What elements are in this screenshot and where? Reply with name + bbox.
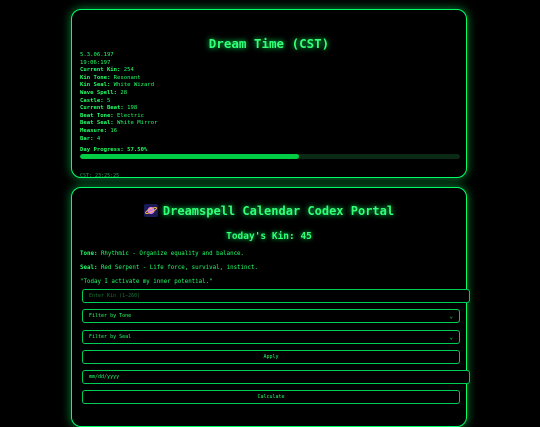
info-row-wave-spell: Wave Spell: 28: [80, 89, 128, 96]
date-input[interactable]: mm/dd/yyyy: [82, 370, 470, 384]
day-progress-label: Day Progress: 57.50%: [80, 147, 148, 153]
cst-clock: CST: 23:25:25: [80, 173, 120, 179]
info-row-kin-tone: Kin Tone: Resonant: [80, 74, 141, 81]
info-row: 5.3.06.197: [80, 52, 114, 58]
info-row-current-beat: Current Beat: 198: [80, 105, 138, 112]
dream-time-card: Dream Time (CST) 5.3.06.197 19:06:197 Cu…: [71, 9, 467, 179]
info-row-bar: Bar: 4: [80, 135, 101, 142]
info-row-beat-tone: Beat Tone: Electric: [80, 112, 144, 119]
chevron-down-icon: ⌄: [449, 312, 453, 320]
kin-number-input[interactable]: Enter Kin (1–260): [82, 289, 470, 303]
chevron-down-icon: ⌄: [449, 333, 453, 341]
affirmation-text: "Today I activate my inner potential.": [80, 279, 213, 285]
day-progress-value: 57.50%: [127, 147, 148, 153]
todays-kin-heading: Today's Kin: 45: [226, 231, 312, 242]
day-progress-fill: [80, 154, 299, 159]
info-row-current-kin: Current Kin: 254: [80, 67, 134, 74]
info-row-beat-seal: Beat Seal: White Mirror: [80, 120, 158, 127]
day-progress-bar: [80, 154, 460, 159]
info-row: 19:06:197: [80, 59, 111, 66]
portal-title: Dreamspell Calendar Codex Portal: [72, 204, 466, 220]
ringed-planet-icon: [143, 204, 158, 220]
info-row-castle: Castle: 5: [80, 97, 111, 104]
kin-info-list: 5.3.06.197 19:06:197 Current Kin: 254 Ki…: [80, 52, 157, 143]
apply-button[interactable]: Apply: [82, 350, 460, 364]
info-row-measure: Measure: 16: [80, 127, 118, 134]
seal-filter-select[interactable]: Filter by Seal ⌄: [82, 330, 460, 344]
calculate-button[interactable]: Calculate: [82, 390, 460, 404]
tone-filter-select[interactable]: Filter by Tone ⌄: [82, 309, 460, 323]
info-row-kin-seal: Kin Seal: White Wizard: [80, 82, 155, 89]
tone-description: Tone: Rhythmic - Organize equality and b…: [80, 251, 245, 257]
seal-description: Seal: Red Serpent - Life force, survival…: [80, 265, 258, 271]
codex-portal-card: Dreamspell Calendar Codex Portal Today's…: [71, 187, 470, 427]
dream-time-title: Dream Time (CST): [208, 36, 330, 51]
